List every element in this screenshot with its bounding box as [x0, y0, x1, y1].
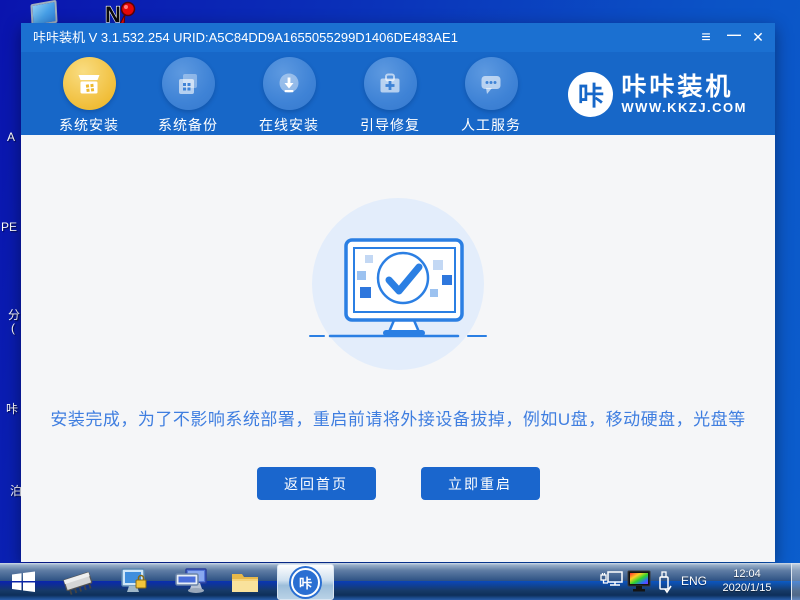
menu-icon[interactable]: ≡ — [695, 23, 717, 52]
language-indicator[interactable]: ENG — [681, 574, 707, 588]
nav-item-system-backup[interactable]: 系统备份 — [156, 57, 220, 135]
install-box-icon — [63, 57, 116, 110]
nav-item-label: 在线安装 — [257, 115, 321, 135]
return-home-button[interactable]: 返回首页 — [257, 467, 376, 500]
brand-site-url: WWW.KKZJ.COM — [621, 100, 747, 115]
folder-icon[interactable] — [230, 569, 260, 595]
taskbar-kaka-app-button[interactable]: 咔 — [277, 564, 334, 600]
nav-item-label: 人工服务 — [459, 115, 523, 135]
chat-bubble-icon — [465, 57, 518, 110]
kaka-installer-window: 咔咔装机 V 3.1.532.254 URID:A5C84DD9A1655055… — [21, 23, 775, 562]
window-title: 咔咔装机 V 3.1.532.254 URID:A5C84DD9A1655055… — [33, 30, 458, 45]
start-button-icon[interactable] — [11, 570, 36, 594]
window-titlebar[interactable]: 咔咔装机 V 3.1.532.254 URID:A5C84DD9A1655055… — [21, 23, 775, 52]
restart-now-button[interactable]: 立即重启 — [421, 467, 540, 500]
display-color-tray-icon[interactable] — [626, 570, 652, 594]
desktop-icon-label[interactable]: PE — [1, 220, 17, 234]
main-navbar: 系统安装 系统备份 — [21, 52, 775, 135]
nav-item-boot-repair[interactable]: 引导修复 — [358, 57, 422, 135]
nav-item-label: 系统安装 — [57, 115, 121, 135]
nav-item-online-install[interactable]: 在线安装 — [257, 57, 321, 135]
nav-item-system-install[interactable]: 系统安装 — [57, 57, 121, 135]
completion-message: 安装完成，为了不影响系统部署，重启前请将外接设备拔掉，例如U盘，移动硬盘，光盘等 — [21, 405, 775, 430]
desktop-icon-label[interactable]: 咔 — [6, 400, 18, 417]
clock-date: 2020/1/15 — [716, 581, 778, 595]
monitor-success-illustration — [303, 235, 503, 355]
brand-logo: 咔 咔咔装机 WWW.KKZJ.COM — [568, 67, 747, 122]
desktop-icon-label[interactable]: ( — [11, 321, 15, 335]
desktop-icon-label[interactable]: A — [7, 130, 15, 144]
kaka-app-icon: 咔 — [291, 568, 320, 597]
toolbox-icon — [364, 57, 417, 110]
screen-lock-tool-icon[interactable] — [119, 568, 151, 596]
memory-chip-icon[interactable] — [58, 568, 98, 596]
backup-copies-icon — [162, 57, 215, 110]
input-keyboard-icon[interactable] — [174, 568, 210, 596]
clock-time: 12:04 — [716, 567, 778, 581]
content-area: 安装完成，为了不影响系统部署，重启前请将外接设备拔掉，例如U盘，移动硬盘，光盘等… — [21, 135, 775, 562]
close-icon[interactable]: ✕ — [747, 23, 769, 52]
network-tray-icon[interactable] — [600, 571, 624, 593]
minimize-icon[interactable]: — — [723, 23, 745, 52]
taskbar: 咔 ENG 12:04 2020/1/15 — [0, 563, 800, 600]
brand-name: 咔咔装机 — [621, 74, 747, 100]
nav-item-label: 引导修复 — [358, 115, 422, 135]
show-desktop-button[interactable] — [791, 563, 800, 600]
nav-item-label: 系统备份 — [156, 115, 220, 135]
download-icon — [263, 57, 316, 110]
nav-item-human-service[interactable]: 人工服务 — [459, 57, 523, 135]
taskbar-clock[interactable]: 12:04 2020/1/15 — [716, 567, 778, 595]
usb-device-tray-icon[interactable] — [655, 570, 673, 594]
kaka-logo-icon: 咔 — [568, 72, 613, 117]
